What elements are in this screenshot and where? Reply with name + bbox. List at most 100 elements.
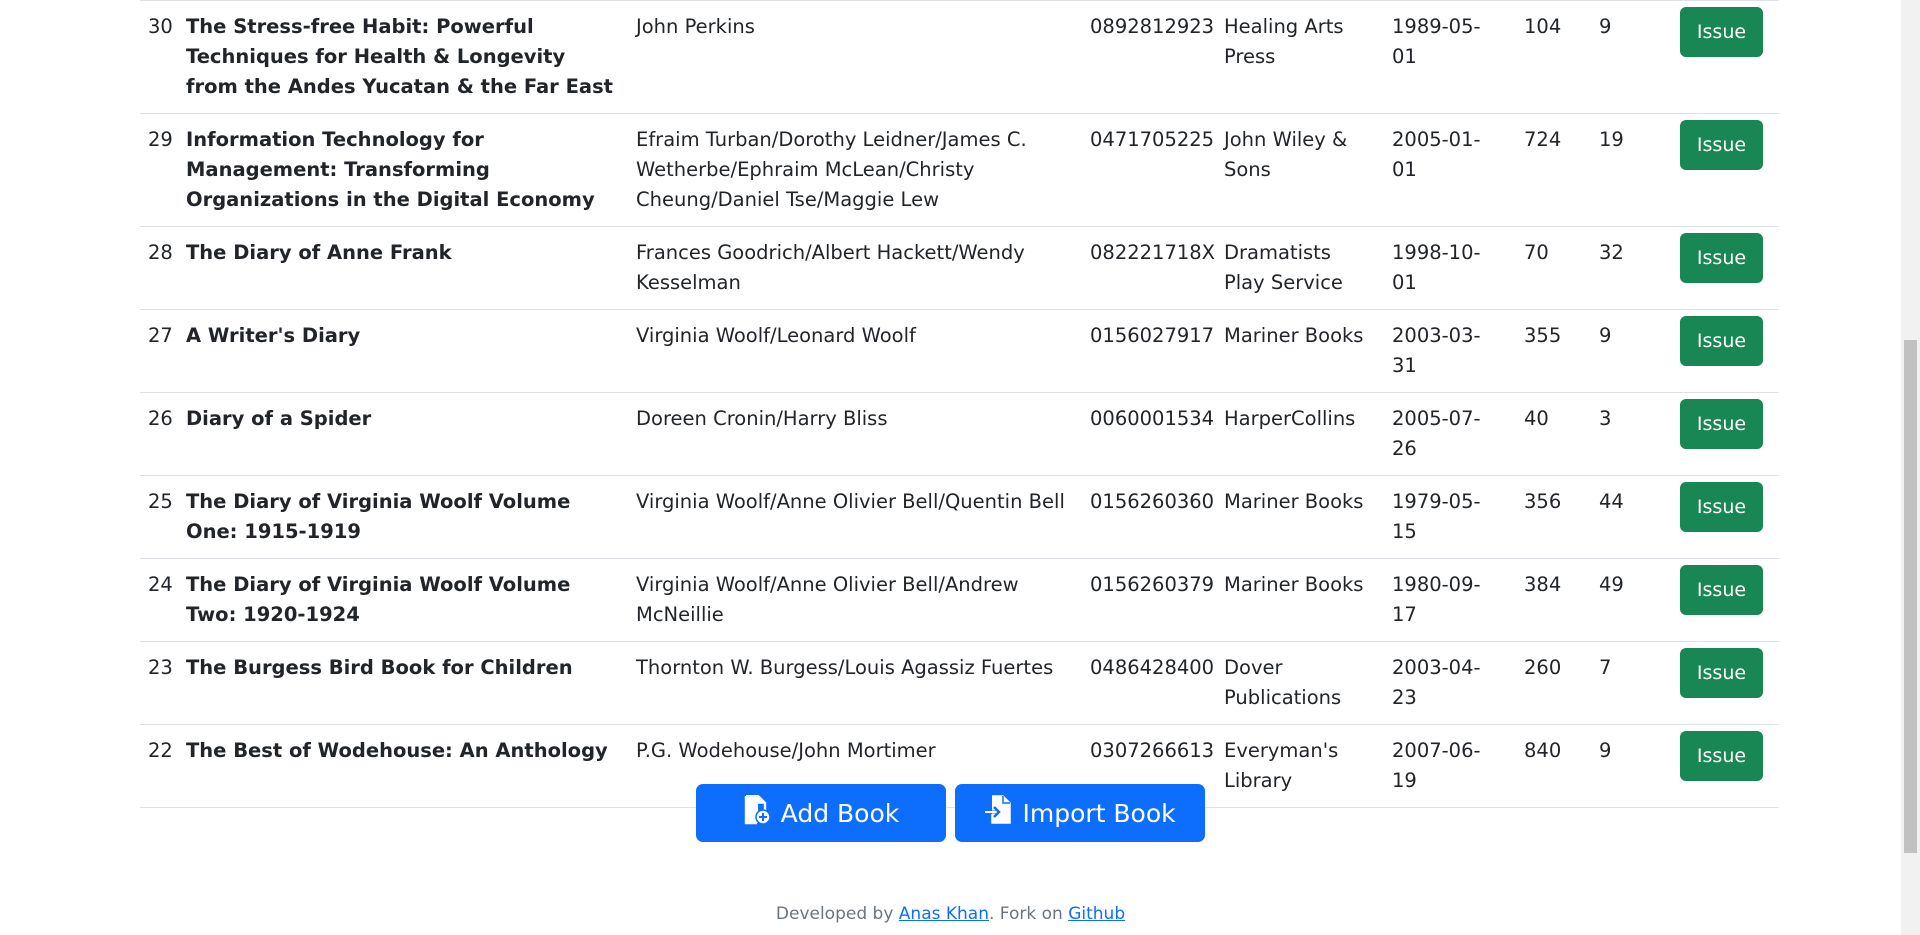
- book-title-cell: A Writer's Diary: [176, 309, 626, 393]
- book-date-cell: 2005-07-26: [1382, 392, 1514, 476]
- book-publisher-cell: Mariner Books: [1214, 475, 1382, 559]
- book-isbn-cell: 0156260379: [1086, 558, 1214, 642]
- book-quantity-cell: 19: [1589, 113, 1664, 227]
- book-isbn-cell: 0060001534: [1086, 392, 1214, 476]
- scrollbar-thumb[interactable]: [1904, 340, 1917, 853]
- github-link[interactable]: Github: [1068, 904, 1125, 924]
- book-author-cell: Frances Goodrich/Albert Hackett/Wendy Ke…: [626, 226, 1086, 310]
- author-link[interactable]: Anas Khan: [899, 904, 989, 924]
- book-date-cell: 1998-10-01: [1382, 226, 1514, 310]
- book-date-cell: 2003-03-31: [1382, 309, 1514, 393]
- book-publisher-cell: Dramatists Play Service: [1214, 226, 1382, 310]
- footer-middle: . Fork on: [989, 904, 1069, 924]
- file-import-icon: [984, 795, 1012, 831]
- book-publisher-cell: Dover Publications: [1214, 641, 1382, 725]
- book-author-cell: John Perkins: [626, 0, 1086, 114]
- book-publisher-cell: John Wiley & Sons: [1214, 113, 1382, 227]
- table-row: 29 Information Technology for Management:…: [140, 113, 1779, 227]
- book-quantity-cell: 49: [1589, 558, 1664, 642]
- book-pages-cell: 70: [1514, 226, 1589, 310]
- book-quantity-cell: 7: [1589, 641, 1664, 725]
- book-pages-cell: 724: [1514, 113, 1589, 227]
- book-action-cell: Issue: [1664, 226, 1779, 310]
- book-title-cell: Diary of a Spider: [176, 392, 626, 476]
- issue-button[interactable]: Issue: [1679, 731, 1764, 781]
- book-action-cell: Issue: [1664, 309, 1779, 393]
- add-book-label: Add Book: [780, 798, 900, 828]
- book-title-cell: The Burgess Bird Book for Children: [176, 641, 626, 725]
- book-author-cell: Thornton W. Burgess/Louis Agassiz Fuerte…: [626, 641, 1086, 725]
- book-author-cell: Doreen Cronin/Harry Bliss: [626, 392, 1086, 476]
- book-id-cell: 26: [140, 392, 176, 476]
- book-pages-cell: 260: [1514, 641, 1589, 725]
- book-id-cell: 30: [140, 0, 176, 114]
- issue-button[interactable]: Issue: [1679, 7, 1764, 57]
- book-id-cell: 23: [140, 641, 176, 725]
- book-id-cell: 24: [140, 558, 176, 642]
- book-id-cell: 28: [140, 226, 176, 310]
- book-pages-cell: 40: [1514, 392, 1589, 476]
- book-title-cell: Information Technology for Management: T…: [176, 113, 626, 227]
- book-id-cell: 29: [140, 113, 176, 227]
- book-pages-cell: 355: [1514, 309, 1589, 393]
- issue-button[interactable]: Issue: [1679, 565, 1764, 615]
- book-action-cell: Issue: [1664, 392, 1779, 476]
- book-publisher-cell: Mariner Books: [1214, 309, 1382, 393]
- vertical-scrollbar[interactable]: [1901, 0, 1920, 935]
- book-id-cell: 27: [140, 309, 176, 393]
- table-row: 24 The Diary of Virginia Woolf Volume Two…: [140, 558, 1779, 642]
- book-title-cell: The Diary of Virginia Woolf Volume One: …: [176, 475, 626, 559]
- book-pages-cell: 384: [1514, 558, 1589, 642]
- import-book-label: Import Book: [1022, 798, 1176, 828]
- book-title-cell: The Stress-free Habit: Powerful Techniqu…: [176, 0, 626, 114]
- issue-button[interactable]: Issue: [1679, 120, 1764, 170]
- footer: Developed by Anas Khan. Fork on Github: [0, 904, 1901, 924]
- book-quantity-cell: 32: [1589, 226, 1664, 310]
- book-isbn-cell: 0471705225: [1086, 113, 1214, 227]
- book-date-cell: 1980-09-17: [1382, 558, 1514, 642]
- book-quantity-cell: 3: [1589, 392, 1664, 476]
- book-author-cell: Efraim Turban/Dorothy Leidner/James C. W…: [626, 113, 1086, 227]
- book-author-cell: Virginia Woolf/Anne Olivier Bell/Quentin…: [626, 475, 1086, 559]
- book-action-cell: Issue: [1664, 475, 1779, 559]
- book-isbn-cell: 0486428400: [1086, 641, 1214, 725]
- book-action-cell: Issue: [1664, 641, 1779, 725]
- table-row: 23 The Burgess Bird Book for Children Thor…: [140, 641, 1779, 725]
- issue-button[interactable]: Issue: [1679, 648, 1764, 698]
- book-author-cell: Virginia Woolf/Leonard Woolf: [626, 309, 1086, 393]
- action-buttons: Add Book Import Book: [0, 784, 1901, 842]
- book-date-cell: 2003-04-23: [1382, 641, 1514, 725]
- books-table: 30 The Stress-free Habit: Powerful Techni…: [140, 0, 1779, 808]
- issue-button[interactable]: Issue: [1679, 316, 1764, 366]
- book-pages-cell: 104: [1514, 0, 1589, 114]
- book-action-cell: Issue: [1664, 0, 1779, 114]
- book-isbn-cell: 0156027917: [1086, 309, 1214, 393]
- page: 30 The Stress-free Habit: Powerful Techni…: [0, 0, 1901, 935]
- book-publisher-cell: HarperCollins: [1214, 392, 1382, 476]
- book-pages-cell: 356: [1514, 475, 1589, 559]
- book-author-cell: Virginia Woolf/Anne Olivier Bell/Andrew …: [626, 558, 1086, 642]
- book-date-cell: 2005-01-01: [1382, 113, 1514, 227]
- book-isbn-cell: 0892812923: [1086, 0, 1214, 114]
- book-publisher-cell: Healing Arts Press: [1214, 0, 1382, 114]
- books-table-container: 30 The Stress-free Habit: Powerful Techni…: [140, 0, 1779, 808]
- footer-prefix: Developed by: [775, 904, 899, 924]
- import-book-button[interactable]: Import Book: [955, 784, 1206, 842]
- table-row: 25 The Diary of Virginia Woolf Volume One…: [140, 475, 1779, 559]
- book-id-cell: 25: [140, 475, 176, 559]
- books-table-body: 30 The Stress-free Habit: Powerful Techni…: [140, 0, 1779, 808]
- book-title-cell: The Diary of Virginia Woolf Volume Two: …: [176, 558, 626, 642]
- book-action-cell: Issue: [1664, 113, 1779, 227]
- book-publisher-cell: Mariner Books: [1214, 558, 1382, 642]
- book-date-cell: 1979-05-15: [1382, 475, 1514, 559]
- table-row: 28 The Diary of Anne Frank Frances Goodric…: [140, 226, 1779, 310]
- table-row: 27 A Writer's Diary Virginia Woolf/Leonard…: [140, 309, 1779, 393]
- table-row: 26 Diary of a Spider Doreen Cronin/Harry B…: [140, 392, 1779, 476]
- issue-button[interactable]: Issue: [1679, 399, 1764, 449]
- table-row: 30 The Stress-free Habit: Powerful Techni…: [140, 0, 1779, 114]
- book-quantity-cell: 44: [1589, 475, 1664, 559]
- add-book-button[interactable]: Add Book: [695, 784, 946, 842]
- book-isbn-cell: 0156260360: [1086, 475, 1214, 559]
- issue-button[interactable]: Issue: [1679, 233, 1764, 283]
- issue-button[interactable]: Issue: [1679, 482, 1764, 532]
